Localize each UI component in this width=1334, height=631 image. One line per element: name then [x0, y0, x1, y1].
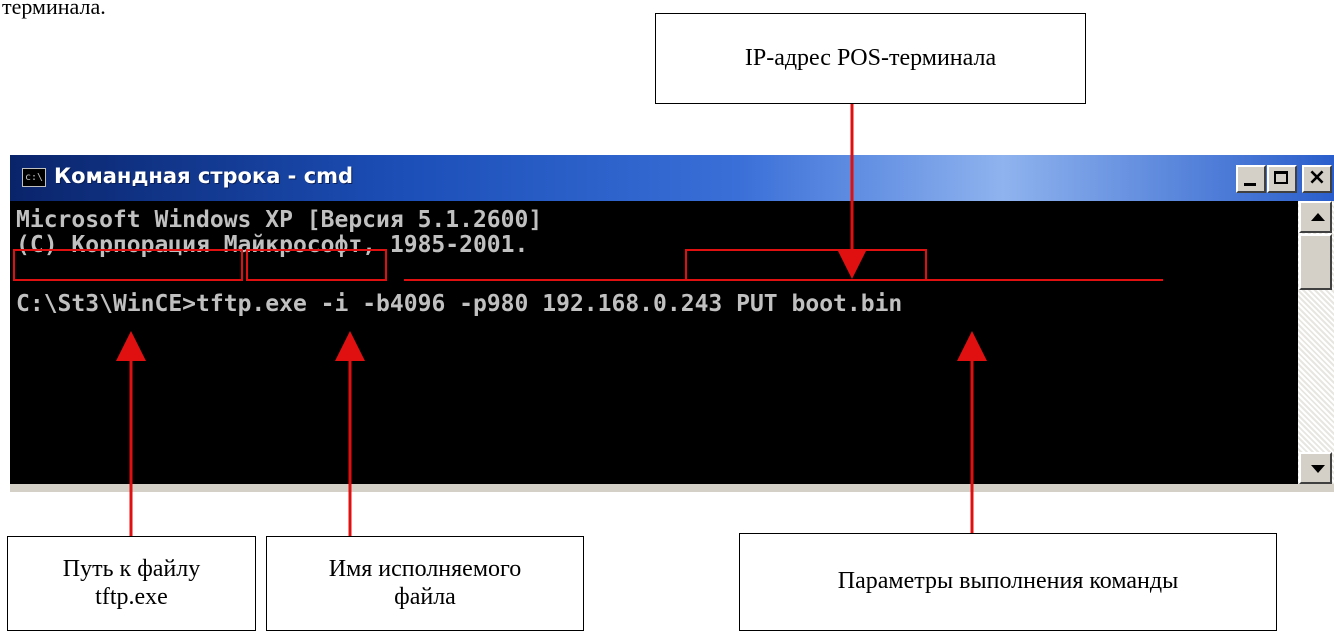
- annotation-arrows: [116, 104, 987, 536]
- callout-params-label: Параметры выполнения команды: [837, 568, 1179, 595]
- callout-parameters: Параметры выполнения команды: [739, 533, 1277, 631]
- callout-executable: Имя исполняемого файла: [266, 536, 584, 631]
- callout-path-label: Путь к файлу tftp.exe: [62, 555, 201, 610]
- callout-path: Путь к файлу tftp.exe: [7, 536, 256, 631]
- callout-exe-label: Имя исполняемого файла: [328, 555, 522, 610]
